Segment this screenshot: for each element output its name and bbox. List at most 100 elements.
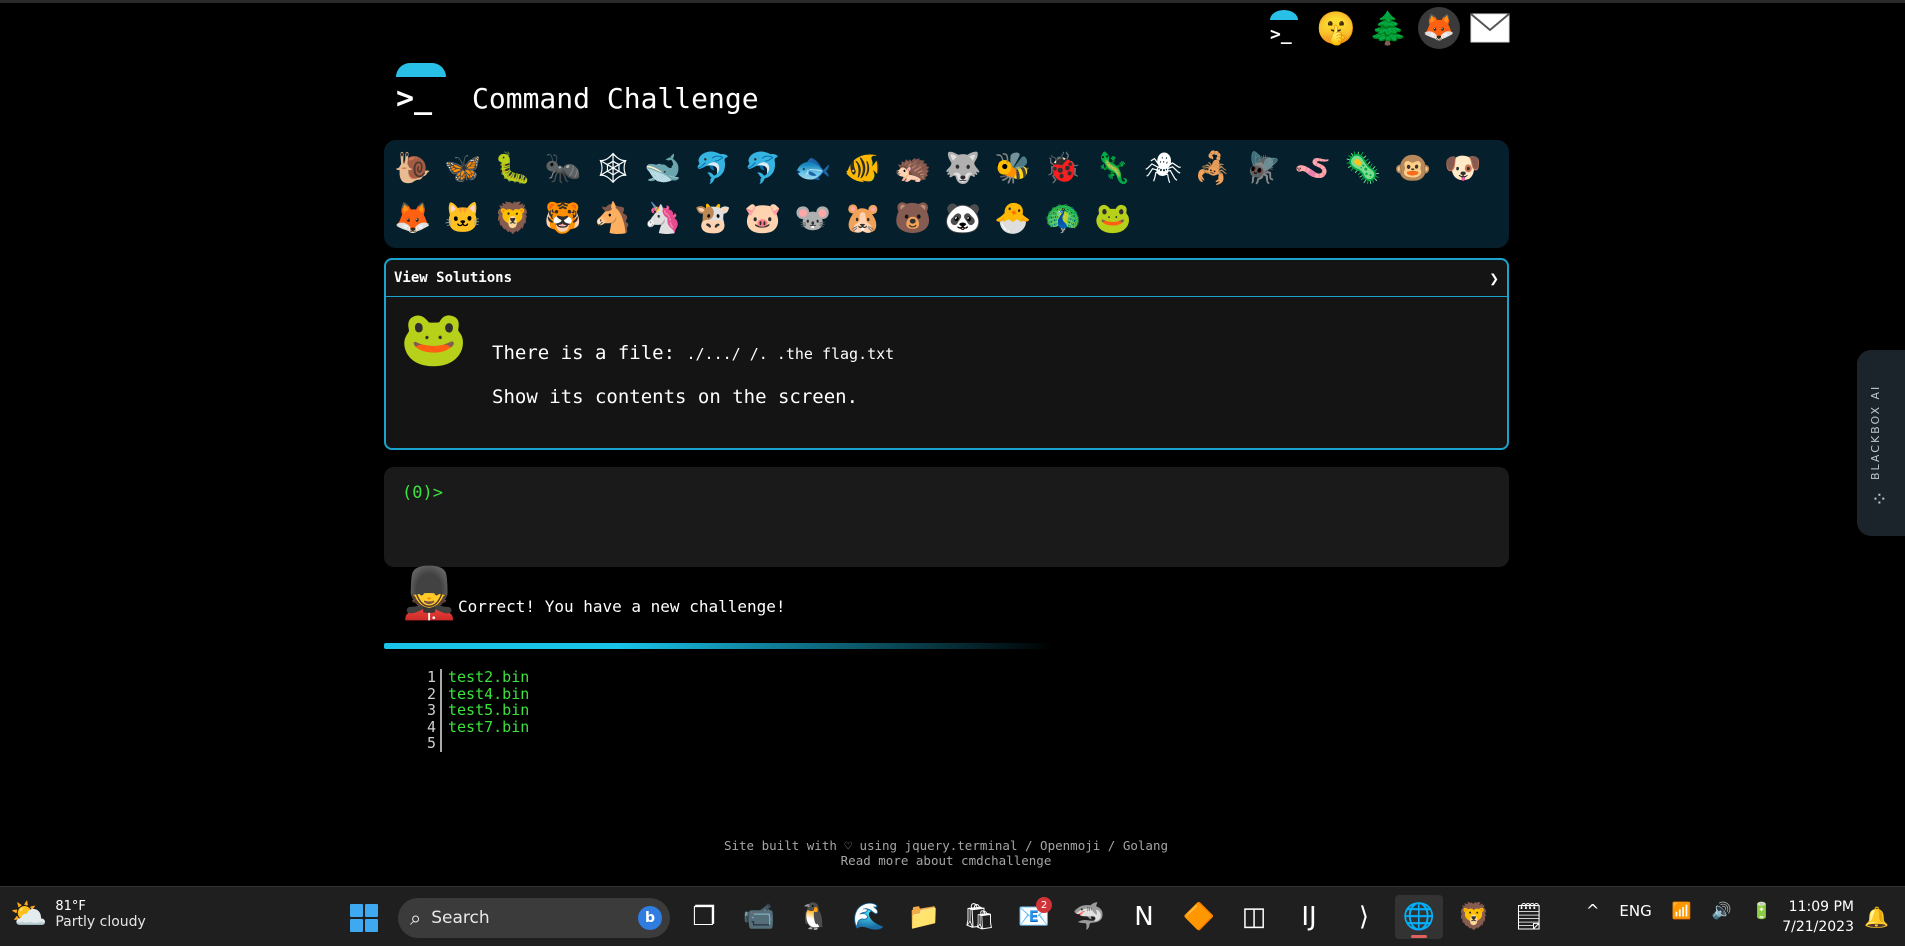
file-explorer-icon[interactable]: 📁 bbox=[900, 895, 948, 939]
footer-credits: Site built with ♡ using jquery.terminal … bbox=[723, 838, 1168, 853]
challenge-animal-icon[interactable]: 🐱 bbox=[438, 194, 488, 244]
tree-icon[interactable]: 🌲 bbox=[1366, 6, 1410, 50]
task-view-glyph: ❐ bbox=[692, 902, 716, 932]
weather-widget[interactable]: ⛅ 81°F Partly cloudy bbox=[10, 897, 146, 932]
vscode-icon[interactable]: ⟩ bbox=[1340, 895, 1388, 939]
gitlab-icon[interactable]: 🦊 bbox=[1418, 7, 1460, 49]
file-name: test4.bin bbox=[448, 684, 530, 703]
file-name: test2.bin bbox=[448, 668, 530, 686]
blackbox-ai-tab[interactable]: BLACKBOX AI ⁘ bbox=[1857, 350, 1905, 536]
challenge-animal-icon[interactable]: 🐯 bbox=[538, 194, 588, 244]
challenge-animal-icon[interactable]: 🐵 bbox=[1388, 144, 1438, 194]
feedback-divider bbox=[384, 643, 1054, 649]
taskbar-search[interactable]: ⌕ Search b bbox=[398, 898, 670, 938]
challenge-animal-icon[interactable]: 🐞 bbox=[1038, 144, 1088, 194]
challenge-file-path: ./.../ /. .the flag.txt bbox=[686, 345, 895, 363]
cmdchallenge-logo-icon[interactable]: >_ bbox=[1262, 6, 1306, 50]
store-icon[interactable]: 🛍 bbox=[955, 895, 1003, 939]
challenge-animal-icon[interactable]: 🐴 bbox=[588, 194, 638, 244]
page-title: Command Challenge bbox=[472, 82, 759, 115]
challenge-animal-icon[interactable]: 🐬 bbox=[688, 144, 738, 194]
line-number: 5 bbox=[426, 734, 436, 752]
sticky-notes-icon[interactable]: 🗒 bbox=[1505, 895, 1553, 939]
file-name: test5.bin bbox=[448, 701, 530, 719]
challenge-panel: View Solutions ❯ 🐸 There is a file: ./..… bbox=[384, 258, 1509, 450]
challenge-animal-icon[interactable]: 🦁 bbox=[488, 194, 538, 244]
view-solutions-toggle[interactable]: View Solutions ❯ bbox=[386, 260, 1507, 297]
challenge-animal-icon[interactable]: 🦔 bbox=[888, 144, 938, 194]
challenge-animal-icon[interactable]: 🐺 bbox=[938, 144, 988, 194]
challenge-animal-icon[interactable]: 🦎 bbox=[1088, 144, 1138, 194]
battery-icon[interactable]: 🔋 bbox=[1752, 901, 1772, 920]
challenge-animal-icon[interactable]: 🐛 bbox=[488, 144, 538, 194]
guard-avatar-icon: 💂 bbox=[398, 564, 461, 622]
challenge-animal-icon[interactable]: 🐋 bbox=[638, 144, 688, 194]
challenge-animal-icon[interactable]: 🐝 bbox=[988, 144, 1038, 194]
challenge-animal-icon[interactable]: 🕷 bbox=[1138, 144, 1188, 194]
app-icon[interactable]: 🐧 bbox=[790, 895, 838, 939]
challenge-animal-icon[interactable]: 🦄 bbox=[638, 194, 688, 244]
challenge-animal-icon[interactable]: 🐭 bbox=[788, 194, 838, 244]
notification-badge: 2 bbox=[1036, 897, 1052, 913]
listing-row: 2 test4.bin bbox=[420, 684, 530, 703]
challenge-description-line2: Show its contents on the screen. bbox=[492, 386, 859, 408]
terminal-input[interactable]: (0)> bbox=[384, 467, 1509, 567]
site-logo: >_ bbox=[394, 63, 446, 119]
brave-glyph: 🦁 bbox=[1457, 902, 1491, 932]
search-icon: ⌕ bbox=[410, 906, 422, 930]
challenge-animal-icon[interactable]: 🐜 bbox=[538, 144, 588, 194]
challenge-animal-icon[interactable]: 🐣 bbox=[988, 194, 1038, 244]
language-indicator[interactable]: ENG bbox=[1619, 902, 1651, 920]
challenge-animal-icon[interactable]: 🐮 bbox=[688, 194, 738, 244]
footer-read-more-link[interactable]: Read more about cmdchallenge bbox=[0, 853, 1892, 868]
taskbar-clock[interactable]: 11:09 PM 7/21/2023 bbox=[1770, 897, 1854, 937]
blackbox-dots-icon: ⁘ bbox=[1871, 487, 1888, 511]
clock-date: 7/21/2023 bbox=[1782, 919, 1854, 935]
challenge-animal-icon[interactable]: 🐷 bbox=[738, 194, 788, 244]
challenge-animal-icon[interactable]: 🦂 bbox=[1188, 144, 1238, 194]
app-blue-glyph: ◫ bbox=[1241, 902, 1267, 932]
tray-overflow-chevron-icon[interactable]: ^ bbox=[1586, 901, 1599, 920]
wifi-icon[interactable]: 📶 bbox=[1672, 901, 1692, 920]
challenge-animal-icon[interactable]: 🐻 bbox=[888, 194, 938, 244]
challenge-animal-icon[interactable]: 🦊 bbox=[388, 194, 438, 244]
windows-start-icon[interactable] bbox=[350, 904, 378, 932]
listing-row: 5 bbox=[420, 735, 529, 752]
challenge-animal-icon[interactable]: 🪰 bbox=[1238, 144, 1288, 194]
challenge-animal-icon[interactable]: 🐟 bbox=[788, 144, 838, 194]
challenge-animal-icon[interactable]: 🪱 bbox=[1288, 144, 1338, 194]
challenge-animal-icon[interactable]: 🦚 bbox=[1038, 194, 1088, 244]
notification-bell-icon[interactable]: 🔔 bbox=[1864, 905, 1889, 929]
line-number: 1 bbox=[426, 668, 436, 686]
challenge-animal-icon[interactable]: 🐬 bbox=[738, 144, 788, 194]
challenge-animal-icon[interactable]: 🐶 bbox=[1438, 144, 1488, 194]
challenge-animal-icon[interactable]: 🐸 bbox=[1088, 194, 1138, 244]
app-blue-icon[interactable]: ◫ bbox=[1230, 895, 1278, 939]
challenge-animal-icon[interactable]: 🐹 bbox=[838, 194, 888, 244]
challenge-animal-icon[interactable]: 🐠 bbox=[838, 144, 888, 194]
chrome-icon[interactable]: 🌐 bbox=[1395, 895, 1443, 939]
challenge-animal-icon[interactable]: 🐼 bbox=[938, 194, 988, 244]
intellij-icon[interactable]: IJ bbox=[1285, 895, 1333, 939]
challenge-animal-icon[interactable]: 🐌 bbox=[388, 144, 438, 194]
mail-icon[interactable] bbox=[1468, 6, 1512, 50]
feedback-message: Correct! You have a new challenge! bbox=[458, 597, 786, 616]
challenge-animal-icon[interactable]: 🦋 bbox=[438, 144, 488, 194]
file-name: test7.bin bbox=[448, 717, 530, 736]
intellij-glyph: IJ bbox=[1301, 902, 1317, 932]
app-red-icon[interactable]: 🦈 bbox=[1065, 895, 1113, 939]
teams-icon[interactable]: 📹 bbox=[735, 895, 783, 939]
shushing-face-icon[interactable]: 🤫 bbox=[1314, 6, 1358, 50]
notion-icon[interactable]: N bbox=[1120, 895, 1168, 939]
brave-icon[interactable]: 🦁 bbox=[1450, 895, 1498, 939]
challenge-animal-icon[interactable]: 🦠 bbox=[1338, 144, 1388, 194]
mail-app-icon[interactable]: 📧 2 bbox=[1010, 895, 1058, 939]
task-view-icon[interactable]: ❐ bbox=[680, 895, 728, 939]
bing-icon[interactable]: b bbox=[638, 906, 662, 930]
edge-icon[interactable]: 🌊 bbox=[845, 895, 893, 939]
vlc-icon[interactable]: 🔶 bbox=[1175, 895, 1223, 939]
challenge-description-line1: There is a file: ./.../ /. .the flag.txt bbox=[492, 342, 894, 364]
challenge-animal-icon[interactable]: 🕸 bbox=[588, 144, 638, 194]
volume-icon[interactable]: 🔊 bbox=[1712, 901, 1732, 920]
app-glyph: 🐧 bbox=[797, 902, 831, 932]
